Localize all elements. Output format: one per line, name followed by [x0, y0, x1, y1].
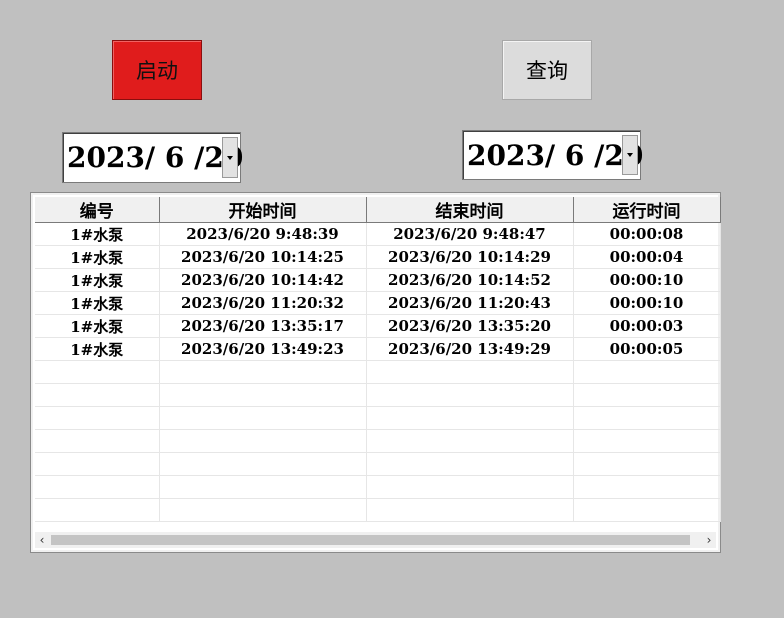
cell-run-time: 00:00:10 — [573, 268, 721, 292]
start-date-picker[interactable]: 2023/ 6 /20 — [62, 132, 244, 183]
table-row[interactable]: 1#水泵 2023/6/20 10:14:42 2023/6/20 10:14:52… — [35, 268, 721, 292]
cell-start-time — [159, 498, 367, 522]
table-row-empty[interactable] — [35, 475, 721, 499]
cell-run-time — [573, 452, 721, 476]
cell-run-time: 00:00:05 — [573, 337, 721, 361]
data-grid: 编号 开始时间 结束时间 运行时间 1#水泵 2023/6/20 9:48:39 2… — [35, 197, 721, 522]
column-header-end-time[interactable]: 结束时间 — [366, 197, 574, 223]
cell-id: 1#水泵 — [35, 337, 160, 361]
cell-id — [35, 452, 160, 476]
pump-run-log-table: 编号 开始时间 结束时间 运行时间 1#水泵 2023/6/20 9:48:39 2… — [30, 192, 721, 553]
cell-start-time: 2023/6/20 9:48:39 — [159, 222, 367, 246]
cell-start-time — [159, 429, 367, 453]
chevron-right-icon[interactable]: › — [702, 532, 716, 548]
cell-id: 1#水泵 — [35, 268, 160, 292]
table-header-row: 编号 开始时间 结束时间 运行时间 — [35, 197, 721, 223]
cell-run-time: 00:00:04 — [573, 245, 721, 269]
cell-run-time — [573, 360, 721, 384]
cell-start-time: 2023/6/20 10:14:42 — [159, 268, 367, 292]
start-button[interactable]: 启动 — [112, 40, 202, 100]
table-row[interactable]: 1#水泵 2023/6/20 9:48:39 2023/6/20 9:48:47 00… — [35, 222, 721, 246]
cell-run-time: 00:00:03 — [573, 314, 721, 338]
cell-run-time: 00:00:10 — [573, 291, 721, 315]
cell-end-time — [366, 452, 574, 476]
cell-start-time — [159, 475, 367, 499]
start-date-dropdown-button[interactable] — [222, 137, 238, 178]
table-row[interactable]: 1#水泵 2023/6/20 13:49:23 2023/6/20 13:49:29… — [35, 337, 721, 361]
cell-run-time — [573, 475, 721, 499]
cell-run-time — [573, 498, 721, 522]
table-row-empty[interactable] — [35, 406, 721, 430]
table-row-empty[interactable] — [35, 360, 721, 384]
column-header-start-time[interactable]: 开始时间 — [159, 197, 367, 223]
end-date-picker[interactable]: 2023/ 6 /20 — [462, 130, 644, 180]
column-header-run-time[interactable]: 运行时间 — [573, 197, 721, 223]
column-header-id[interactable]: 编号 — [35, 197, 160, 223]
cell-id — [35, 360, 160, 384]
table-row[interactable]: 1#水泵 2023/6/20 13:35:17 2023/6/20 13:35:20… — [35, 314, 721, 338]
cell-start-time: 2023/6/20 11:20:32 — [159, 291, 367, 315]
cell-run-time — [573, 429, 721, 453]
table-row-empty[interactable] — [35, 383, 721, 407]
cell-id: 1#水泵 — [35, 245, 160, 269]
cell-start-time — [159, 406, 367, 430]
end-date-dropdown-button[interactable] — [622, 135, 638, 175]
cell-start-time — [159, 383, 367, 407]
cell-run-time: 00:00:08 — [573, 222, 721, 246]
cell-id: 1#水泵 — [35, 291, 160, 315]
chevron-left-icon[interactable]: ‹ — [35, 532, 49, 548]
table-row-empty[interactable] — [35, 452, 721, 476]
table-row[interactable]: 1#水泵 2023/6/20 11:20:32 2023/6/20 11:20:43… — [35, 291, 721, 315]
table-row[interactable]: 1#水泵 2023/6/20 10:14:25 2023/6/20 10:14:29… — [35, 245, 721, 269]
table-row-empty[interactable] — [35, 429, 721, 453]
cell-id — [35, 475, 160, 499]
cell-id — [35, 383, 160, 407]
start-date-value: 2023/ 6 /20 — [67, 141, 244, 174]
cell-end-time: 2023/6/20 13:35:20 — [366, 314, 574, 338]
scrollbar-thumb[interactable] — [51, 535, 690, 545]
cell-end-time — [366, 383, 574, 407]
cell-run-time — [573, 406, 721, 430]
horizontal-scrollbar[interactable]: ‹ › — [35, 532, 716, 548]
cell-start-time: 2023/6/20 13:35:17 — [159, 314, 367, 338]
cell-start-time: 2023/6/20 13:49:23 — [159, 337, 367, 361]
table-row-empty[interactable] — [35, 498, 721, 522]
cell-id — [35, 429, 160, 453]
cell-end-time: 2023/6/20 11:20:43 — [366, 291, 574, 315]
end-date-value: 2023/ 6 /20 — [467, 138, 644, 172]
cell-id — [35, 498, 160, 522]
cell-id — [35, 406, 160, 430]
cell-end-time — [366, 429, 574, 453]
cell-start-time — [159, 452, 367, 476]
cell-end-time: 2023/6/20 13:49:29 — [366, 337, 574, 361]
cell-start-time — [159, 360, 367, 384]
cell-end-time — [366, 360, 574, 384]
cell-end-time: 2023/6/20 9:48:47 — [366, 222, 574, 246]
chevron-down-icon — [227, 155, 233, 160]
chevron-down-icon — [627, 153, 633, 157]
cell-id: 1#水泵 — [35, 222, 160, 246]
cell-end-time: 2023/6/20 10:14:29 — [366, 245, 574, 269]
cell-end-time: 2023/6/20 10:14:52 — [366, 268, 574, 292]
cell-end-time — [366, 498, 574, 522]
cell-run-time — [573, 383, 721, 407]
cell-id: 1#水泵 — [35, 314, 160, 338]
cell-end-time — [366, 406, 574, 430]
cell-end-time — [366, 475, 574, 499]
query-button[interactable]: 查询 — [502, 40, 592, 100]
cell-start-time: 2023/6/20 10:14:25 — [159, 245, 367, 269]
